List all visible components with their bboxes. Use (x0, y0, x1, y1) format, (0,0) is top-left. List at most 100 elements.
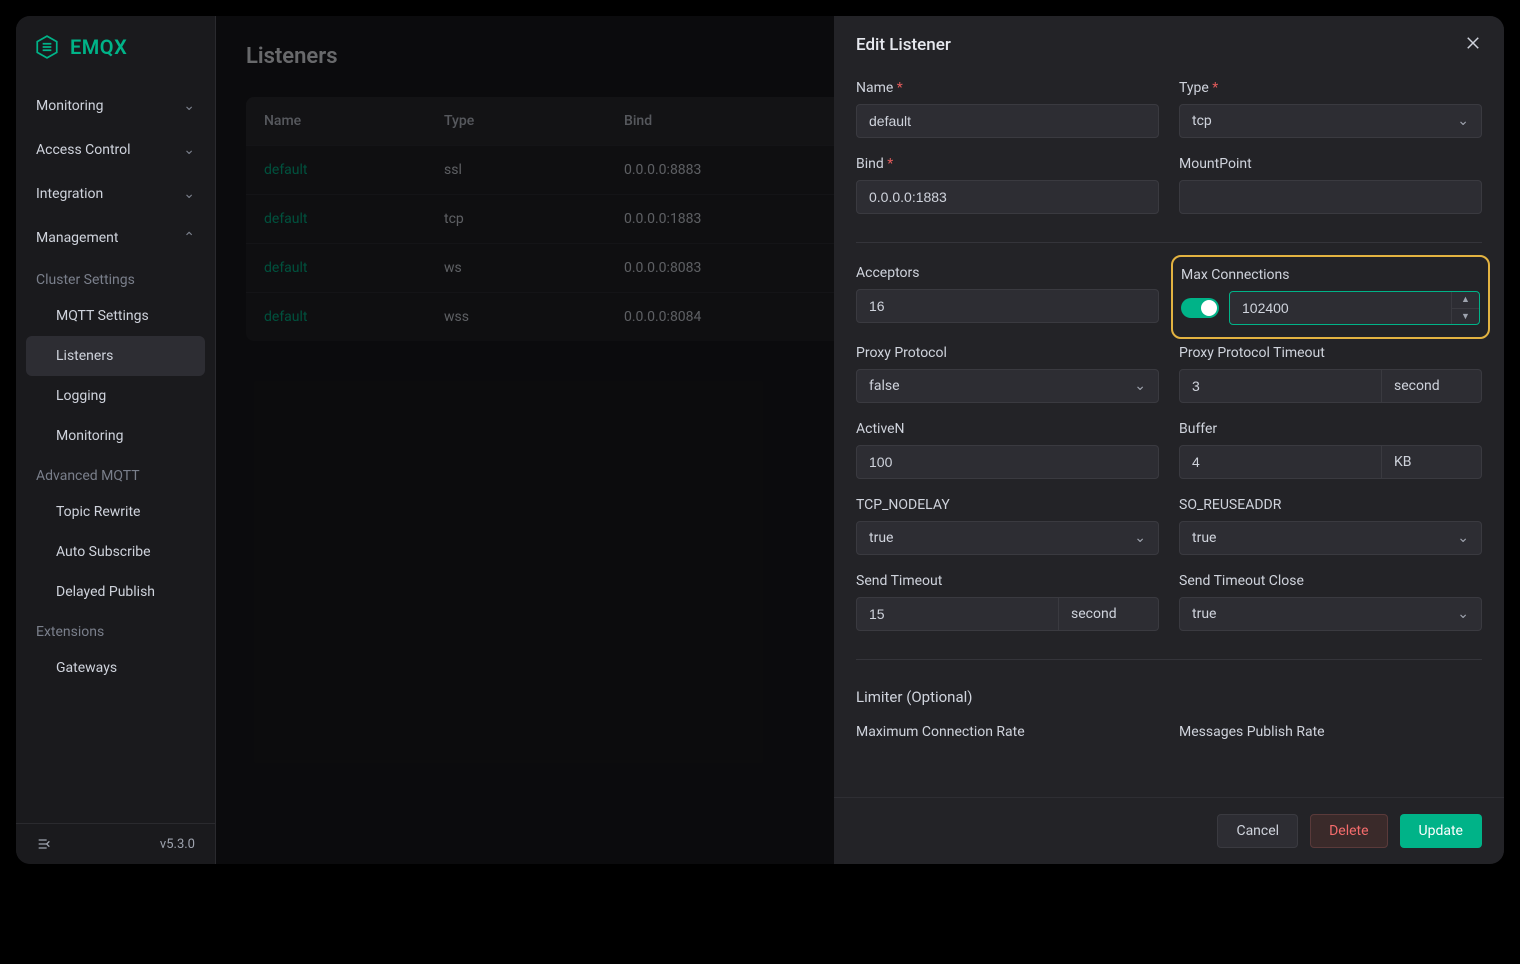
sidebar-item-topic-rewrite[interactable]: Topic Rewrite (16, 492, 215, 532)
brand-name: EMQX (70, 35, 127, 59)
delete-button[interactable]: Delete (1310, 814, 1387, 848)
divider (856, 242, 1482, 243)
buffer-label: Buffer (1179, 421, 1482, 437)
field-msg-publish-rate: Messages Publish Rate (1179, 724, 1482, 740)
type-select[interactable]: tcp ⌄ (1179, 104, 1482, 138)
maxconn-label: Max Connections (1181, 267, 1480, 283)
maxconn-input[interactable] (1229, 291, 1480, 325)
chevron-down-icon: ⌄ (1457, 530, 1469, 546)
sidebar-label: Monitoring (36, 98, 104, 114)
max-conn-rate-label: Maximum Connection Rate (856, 724, 1159, 740)
send-timeout-close-value: true (1192, 606, 1216, 622)
chevron-down-icon: ⌄ (183, 142, 195, 158)
logo: EMQX (16, 16, 215, 74)
chevron-up-icon: ⌃ (183, 230, 195, 246)
field-max-conn-rate: Maximum Connection Rate (856, 724, 1159, 740)
type-value: tcp (1192, 113, 1212, 129)
chevron-down-icon: ⌄ (1457, 606, 1469, 622)
so-reuseaddr-value: true (1192, 530, 1216, 546)
sidebar: EMQX Monitoring ⌄ Access Control ⌄ Integ… (16, 16, 216, 864)
proxy-timeout-unit[interactable]: second (1382, 369, 1482, 403)
nav: Monitoring ⌄ Access Control ⌄ Integratio… (16, 74, 215, 823)
tcp-nodelay-label: TCP_NODELAY (856, 497, 1159, 513)
sidebar-item-auto-subscribe[interactable]: Auto Subscribe (16, 532, 215, 572)
msg-publish-rate-label: Messages Publish Rate (1179, 724, 1482, 740)
send-timeout-close-select[interactable]: true ⌄ (1179, 597, 1482, 631)
tcp-nodelay-value: true (869, 530, 893, 546)
bind-input[interactable] (856, 180, 1159, 214)
sidebar-label: Integration (36, 186, 103, 202)
brand-logo-icon (34, 34, 60, 60)
send-timeout-input[interactable] (856, 597, 1059, 631)
field-buffer: Buffer KB (1179, 421, 1482, 479)
sidebar-item-gateways[interactable]: Gateways (16, 648, 215, 688)
sidebar-section-cluster-settings: Cluster Settings (16, 260, 215, 296)
field-proxy-timeout: Proxy Protocol Timeout second (1179, 345, 1482, 403)
field-send-timeout: Send Timeout second (856, 573, 1159, 631)
spinner-up-icon[interactable]: ▲ (1452, 292, 1479, 309)
acceptors-input[interactable] (856, 289, 1159, 323)
sidebar-item-monitoring-sub[interactable]: Monitoring (16, 416, 215, 456)
proxy-protocol-value: false (869, 378, 900, 394)
send-timeout-label: Send Timeout (856, 573, 1159, 589)
field-activen: ActiveN (856, 421, 1159, 479)
bind-label: Bind (856, 156, 1159, 172)
sidebar-footer: v5.3.0 (16, 823, 215, 864)
buffer-input[interactable] (1179, 445, 1382, 479)
proxy-timeout-label: Proxy Protocol Timeout (1179, 345, 1482, 361)
spinner-down-icon[interactable]: ▼ (1452, 309, 1479, 325)
field-send-timeout-close: Send Timeout Close true ⌄ (1179, 573, 1482, 631)
field-acceptors: Acceptors (856, 265, 1159, 327)
sidebar-item-management[interactable]: Management ⌃ (16, 216, 215, 260)
sidebar-item-delayed-publish[interactable]: Delayed Publish (16, 572, 215, 612)
send-timeout-unit[interactable]: second (1059, 597, 1159, 631)
drawer-footer: Cancel Delete Update (834, 797, 1504, 864)
field-type: Type tcp ⌄ (1179, 80, 1482, 138)
buffer-unit[interactable]: KB (1382, 445, 1482, 479)
update-button[interactable]: Update (1400, 814, 1482, 848)
divider (856, 659, 1482, 660)
chevron-down-icon: ⌄ (183, 186, 195, 202)
field-so-reuseaddr: SO_REUSEADDR true ⌄ (1179, 497, 1482, 555)
sidebar-item-mqtt-settings[interactable]: MQTT Settings (16, 296, 215, 336)
proxy-protocol-label: Proxy Protocol (856, 345, 1159, 361)
cancel-button[interactable]: Cancel (1217, 814, 1298, 848)
collapse-sidebar-icon[interactable] (36, 836, 52, 852)
chevron-down-icon: ⌄ (1134, 530, 1146, 546)
sidebar-item-monitoring[interactable]: Monitoring ⌄ (16, 84, 215, 128)
version-label: v5.3.0 (160, 837, 195, 852)
drawer-title: Edit Listener (856, 35, 951, 55)
sidebar-item-logging[interactable]: Logging (16, 376, 215, 416)
activen-label: ActiveN (856, 421, 1159, 437)
mountpoint-label: MountPoint (1179, 156, 1482, 172)
send-timeout-close-label: Send Timeout Close (1179, 573, 1482, 589)
type-label: Type (1179, 80, 1482, 96)
acceptors-label: Acceptors (856, 265, 1159, 281)
sidebar-item-integration[interactable]: Integration ⌄ (16, 172, 215, 216)
sidebar-section-advanced-mqtt: Advanced MQTT (16, 456, 215, 492)
mountpoint-input[interactable] (1179, 180, 1482, 214)
maxconn-toggle[interactable] (1181, 298, 1219, 318)
sidebar-label: Management (36, 230, 118, 246)
so-reuseaddr-label: SO_REUSEADDR (1179, 497, 1482, 513)
proxy-protocol-select[interactable]: false ⌄ (856, 369, 1159, 403)
name-input[interactable] (856, 104, 1159, 138)
so-reuseaddr-select[interactable]: true ⌄ (1179, 521, 1482, 555)
field-bind: Bind (856, 156, 1159, 214)
chevron-down-icon: ⌄ (183, 98, 195, 114)
chevron-down-icon: ⌄ (1457, 113, 1469, 129)
drawer-header: Edit Listener (834, 16, 1504, 74)
close-icon[interactable] (1464, 34, 1482, 56)
sidebar-item-access-control[interactable]: Access Control ⌄ (16, 128, 215, 172)
field-max-connections: Max Connections ▲ ▼ (1171, 255, 1490, 339)
number-spinner: ▲ ▼ (1451, 292, 1479, 324)
activen-input[interactable] (856, 445, 1159, 479)
tcp-nodelay-select[interactable]: true ⌄ (856, 521, 1159, 555)
proxy-timeout-input[interactable] (1179, 369, 1382, 403)
sidebar-item-listeners[interactable]: Listeners (26, 336, 205, 376)
drawer-body: Name Type tcp ⌄ Bind MountPoint Accept (834, 74, 1504, 797)
sidebar-label: Access Control (36, 142, 131, 158)
chevron-down-icon: ⌄ (1134, 378, 1146, 394)
field-proxy-protocol: Proxy Protocol false ⌄ (856, 345, 1159, 403)
limiter-section-title: Limiter (Optional) (856, 688, 1482, 706)
